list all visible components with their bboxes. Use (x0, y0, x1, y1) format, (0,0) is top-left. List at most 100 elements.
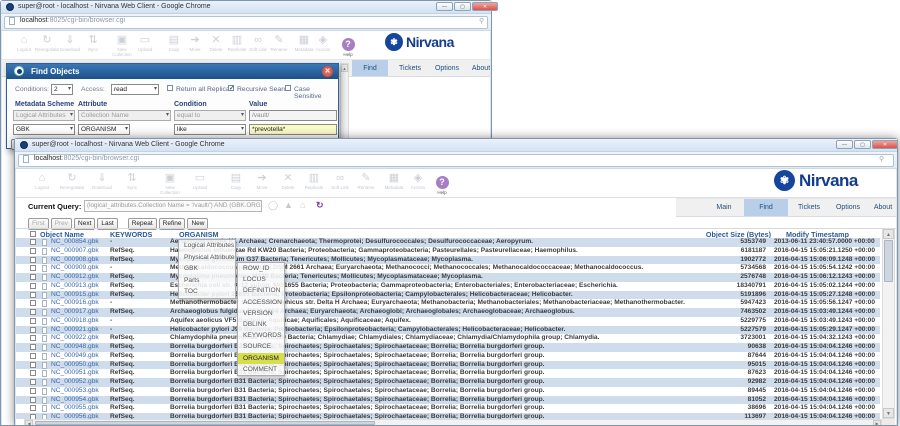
object-name-link[interactable]: NC_000918.gbk (51, 317, 108, 326)
row-checkbox[interactable] (30, 397, 36, 403)
object-name-link[interactable]: NC_000954.gbk (51, 396, 108, 405)
horizontal-scrollbar[interactable]: ◀ ▶ (24, 419, 882, 425)
menu-item-dblink[interactable]: DBLINK (238, 319, 284, 330)
row-checkbox[interactable] (30, 274, 36, 280)
tab-options[interactable]: Options (830, 199, 866, 216)
toolbar-rename-button[interactable]: ✎Rename (352, 172, 380, 190)
refresh-icon[interactable]: ↻ (316, 200, 324, 211)
scroll-up-icon[interactable]: ▲ (883, 229, 894, 239)
scroll-left-icon[interactable]: ◀ (25, 420, 33, 425)
tab-main[interactable]: Main (704, 199, 744, 216)
object-name-link[interactable]: NC_000951.gbk (51, 369, 108, 378)
horizontal-scroll-thumb[interactable] (35, 421, 375, 425)
toolbar-move-button[interactable]: ➔Move (248, 172, 276, 190)
toolbar-delete-button[interactable]: ✕Delete (274, 172, 302, 190)
front-url-bar[interactable] (18, 154, 894, 167)
row-checkbox[interactable] (30, 292, 36, 298)
value-input-row2[interactable]: *prevotella* (249, 124, 337, 135)
row-checkbox[interactable] (30, 265, 36, 271)
menu-item-locus[interactable]: LOCUS (238, 274, 284, 285)
up-icon[interactable]: ▲ (284, 200, 293, 210)
scroll-right-icon[interactable]: ▶ (873, 420, 881, 425)
menu-item-keywords[interactable]: KEYWORDS (238, 330, 284, 341)
home-icon[interactable]: ⌂ (300, 200, 305, 210)
maximize-button[interactable]: ▢ (454, 2, 471, 11)
menu-item-comment[interactable]: COMMENT (238, 364, 284, 375)
object-name-link[interactable]: NC_000922.gbk (51, 334, 108, 343)
access-select[interactable]: read (111, 84, 159, 95)
toolbar-rename-button[interactable]: ✎Rename (265, 34, 293, 52)
toolbar-upload-button[interactable]: ▭Upload (131, 34, 159, 52)
menu-item-gbk[interactable]: GBK (179, 263, 235, 275)
vertical-scrollbar[interactable]: ▲ ▼ (882, 228, 895, 419)
object-name-link[interactable]: NC_000953.gbk (51, 387, 108, 396)
object-name-link[interactable]: NC_000921.gbk (51, 326, 108, 335)
object-name-link[interactable]: NC_000907.gbk (51, 247, 108, 256)
conditions-select[interactable]: 2 (51, 84, 73, 95)
object-name-link[interactable]: NC_000949.gbk (51, 352, 108, 361)
menu-item-logical-attributes[interactable]: Logical Attributes (179, 240, 235, 252)
key-icon[interactable]: ⚲ (879, 155, 884, 163)
scheme-select-row2[interactable]: GBK (13, 124, 75, 135)
tab-find[interactable]: Find (352, 60, 388, 76)
object-name-link[interactable]: NC_000948.gbk (51, 343, 108, 352)
case-sensitive-checkbox[interactable] (285, 85, 291, 91)
dialog-titlebar[interactable]: Find Objects ✕ (7, 64, 338, 79)
scroll-up-icon[interactable]: ▲ (341, 64, 348, 72)
object-name-link[interactable]: NC_000854.gbk (51, 238, 108, 247)
toolbar-help-button[interactable]: ?Help (334, 34, 362, 58)
menu-item-definition[interactable]: DEFINITION (238, 285, 284, 296)
object-name-link[interactable]: NC_000909.gbk (51, 264, 108, 273)
back-titlebar[interactable]: super@root - localhost - Nirvana Web Cli… (1, 1, 491, 14)
object-name-link[interactable]: NC_000950.gbk (51, 361, 108, 370)
current-query-input[interactable]: (logical_attributes.Collection Name = '/… (84, 200, 262, 212)
toolbar-renegotiate-button[interactable]: ↻Renegotiate (58, 172, 86, 190)
value-input-row1[interactable]: /vault/ (249, 110, 337, 121)
object-name-link[interactable]: NC_000952.gbk (51, 378, 108, 387)
minimize-button[interactable]: — (836, 140, 853, 149)
row-checkbox[interactable] (30, 300, 36, 306)
spinner-icon[interactable]: ◯ (268, 200, 278, 211)
toolbar-soft-link-button[interactable]: ∞Soft Link (326, 172, 354, 190)
attribute-select-row1[interactable]: Collection Name (78, 110, 171, 121)
return-all-replicas-checkbox[interactable] (167, 85, 173, 91)
object-name-link[interactable]: NC_000955.gbk (51, 404, 108, 413)
tab-tickets[interactable]: Tickets (392, 60, 428, 76)
row-checkbox[interactable] (30, 379, 36, 385)
scheme-select-row1[interactable]: Logical Attributes (13, 110, 75, 121)
row-checkbox[interactable] (30, 335, 36, 341)
menu-item-row-id[interactable]: ROW_ID (238, 263, 284, 274)
row-checkbox[interactable] (30, 388, 36, 394)
menu-item-source[interactable]: SOURCE (238, 341, 284, 352)
minimize-button[interactable]: — (436, 2, 453, 11)
object-name-link[interactable]: NC_000908.gbk (51, 256, 108, 265)
row-checkbox[interactable] (30, 283, 36, 289)
row-checkbox[interactable] (30, 248, 36, 254)
object-name-link[interactable]: NC_000917.gbk (51, 308, 108, 317)
key-icon[interactable]: ⚲ (479, 17, 484, 25)
dialog-close-icon[interactable]: ✕ (322, 66, 333, 77)
row-checkbox[interactable] (30, 257, 36, 263)
menu-item-version[interactable]: VERSION (238, 308, 284, 319)
attribute-select-row2[interactable]: ORGANISM (78, 124, 130, 135)
tab-about[interactable]: About (868, 199, 896, 216)
tab-find[interactable]: Find (744, 199, 788, 216)
scroll-down-icon[interactable]: ▼ (883, 408, 894, 418)
row-checkbox[interactable] (30, 318, 36, 324)
tab-options[interactable]: Options (430, 60, 464, 76)
select-all-checkbox[interactable] (30, 231, 36, 237)
close-button[interactable]: ✕ (872, 140, 898, 149)
row-checkbox[interactable] (30, 344, 36, 350)
close-button[interactable]: ✕ (472, 2, 498, 11)
toolbar-access-button[interactable]: ◈Access (309, 34, 337, 52)
front-titlebar[interactable]: super@root - localhost - Nirvana Web Cli… (15, 139, 897, 152)
recursive-search-checkbox[interactable]: ✓ (228, 85, 234, 91)
row-checkbox[interactable] (30, 405, 36, 411)
toolbar-copy-button[interactable]: ▤Copy (222, 172, 250, 190)
back-scrollbar[interactable]: ▲ (340, 63, 349, 139)
tab-about[interactable]: About (466, 60, 490, 76)
row-checkbox[interactable] (30, 370, 36, 376)
menu-item-physical-attributes[interactable]: Physical Attributes (179, 252, 235, 264)
toolbar-sync-button[interactable]: ⇅Sync (118, 172, 146, 190)
row-checkbox[interactable] (30, 353, 36, 359)
